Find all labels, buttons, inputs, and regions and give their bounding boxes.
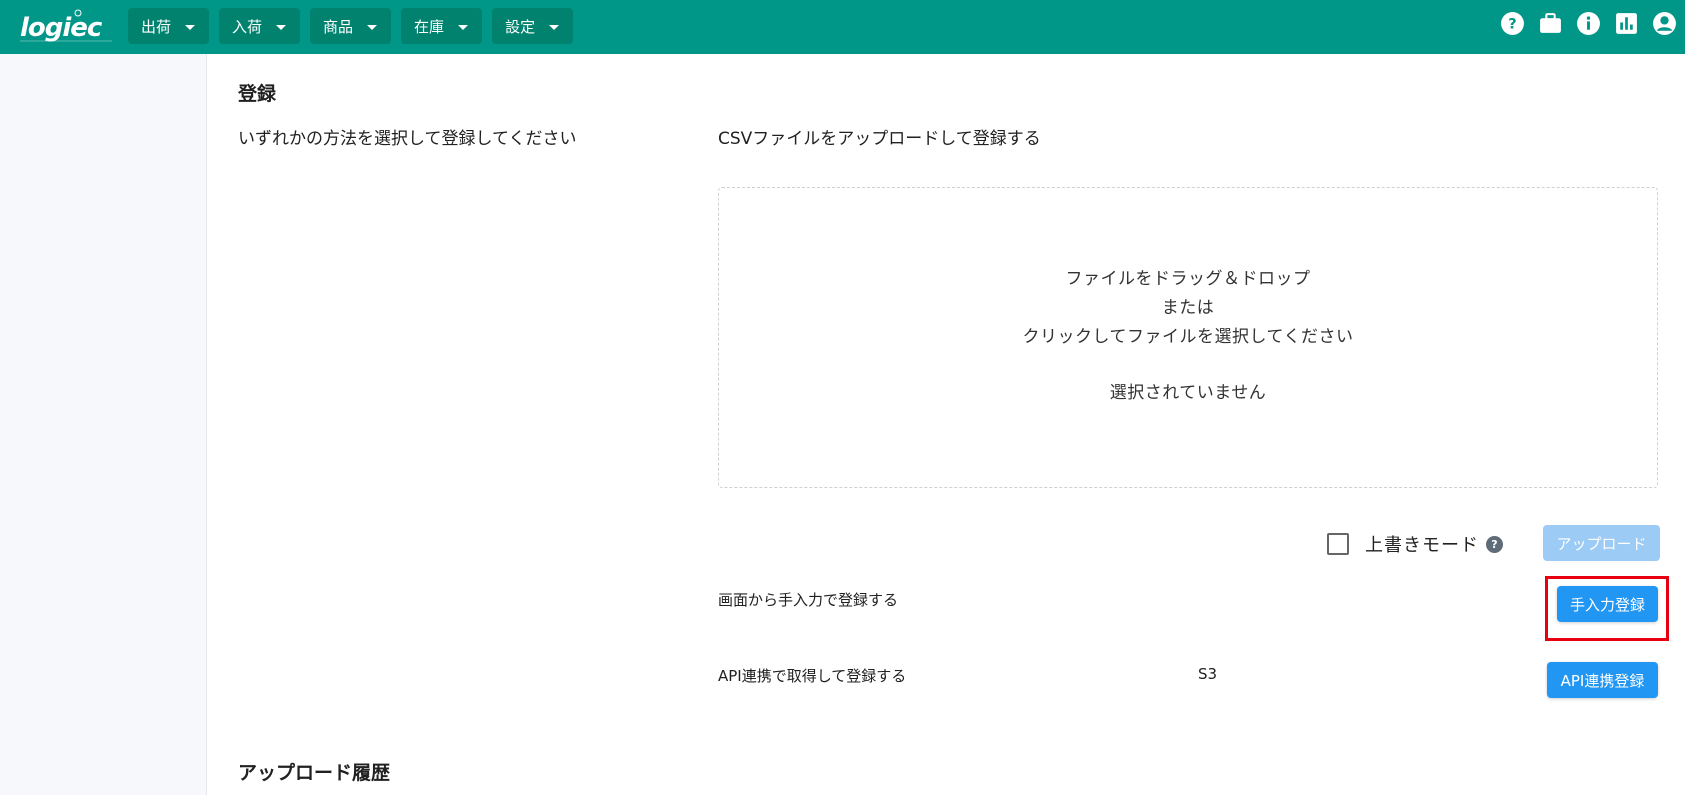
header-actions: ? — [1500, 11, 1677, 36]
caret-down-icon — [367, 24, 378, 30]
account-icon[interactable] — [1652, 11, 1677, 36]
nav-settings-menu[interactable]: 設定 — [492, 8, 574, 44]
upload-button[interactable]: アップロード — [1543, 525, 1660, 561]
caret-down-icon — [458, 24, 469, 30]
nav-label: 商品 — [323, 17, 354, 36]
upload-history-title: アップロード履歴 — [238, 762, 391, 784]
logiec-logo[interactable]: logiec — [18, 8, 114, 46]
nav-label: 出荷 — [141, 17, 172, 36]
caret-down-icon — [185, 24, 196, 30]
help-icon[interactable]: ? — [1486, 535, 1503, 553]
nav-receiving-menu[interactable]: 入荷 — [219, 8, 301, 44]
nav-label: 在庫 — [414, 17, 445, 36]
file-dropzone[interactable]: ファイルをドラッグ＆ドロップ または クリックしてファイルを選択してください 選… — [718, 187, 1658, 488]
nav-shipping-menu[interactable]: 出荷 — [128, 8, 210, 44]
overwrite-mode-control: 上書きモード ? — [1327, 531, 1503, 557]
caret-down-icon — [276, 24, 287, 30]
svg-text:?: ? — [1508, 16, 1516, 33]
csv-upload-title: CSVファイルをアップロードして登録する — [718, 129, 1041, 149]
highlight-box — [1545, 576, 1669, 641]
dropzone-text-drag: ファイルをドラッグ＆ドロップ — [1065, 269, 1311, 289]
dropzone-text-or: または — [1161, 298, 1215, 318]
api-source-value: S3 — [1198, 665, 1218, 683]
overwrite-mode-label: 上書きモード — [1365, 535, 1479, 556]
file-selected-status: 選択されていません — [1109, 383, 1267, 403]
main-nav: 出荷 入荷 商品 在庫 設定 — [128, 8, 574, 44]
overwrite-mode-checkbox[interactable] — [1327, 533, 1349, 555]
nav-label: 入荷 — [232, 17, 263, 36]
caret-down-icon — [549, 24, 560, 30]
nav-label: 設定 — [505, 17, 536, 36]
info-icon[interactable] — [1576, 11, 1601, 36]
chart-icon[interactable] — [1614, 11, 1639, 36]
dropzone-text-click: クリックしてファイルを選択してください — [1022, 327, 1354, 347]
logo-text: logiec — [20, 13, 103, 43]
api-entry-button[interactable]: API連携登録 — [1547, 662, 1658, 698]
sidebar — [0, 54, 207, 795]
manual-entry-label: 画面から手入力で登録する — [718, 591, 899, 609]
section-title: 登録 — [238, 83, 277, 105]
api-entry-label: API連携で取得して登録する — [718, 667, 907, 685]
top-app-bar: logiec 出荷 入荷 商品 在庫 設定 ? — [0, 0, 1685, 54]
briefcase-icon[interactable] — [1538, 11, 1563, 36]
help-icon[interactable]: ? — [1500, 11, 1525, 36]
nav-product-menu[interactable]: 商品 — [310, 8, 392, 44]
instruction-text: いずれかの方法を選択して登録してください — [238, 129, 577, 149]
nav-inventory-menu[interactable]: 在庫 — [401, 8, 483, 44]
